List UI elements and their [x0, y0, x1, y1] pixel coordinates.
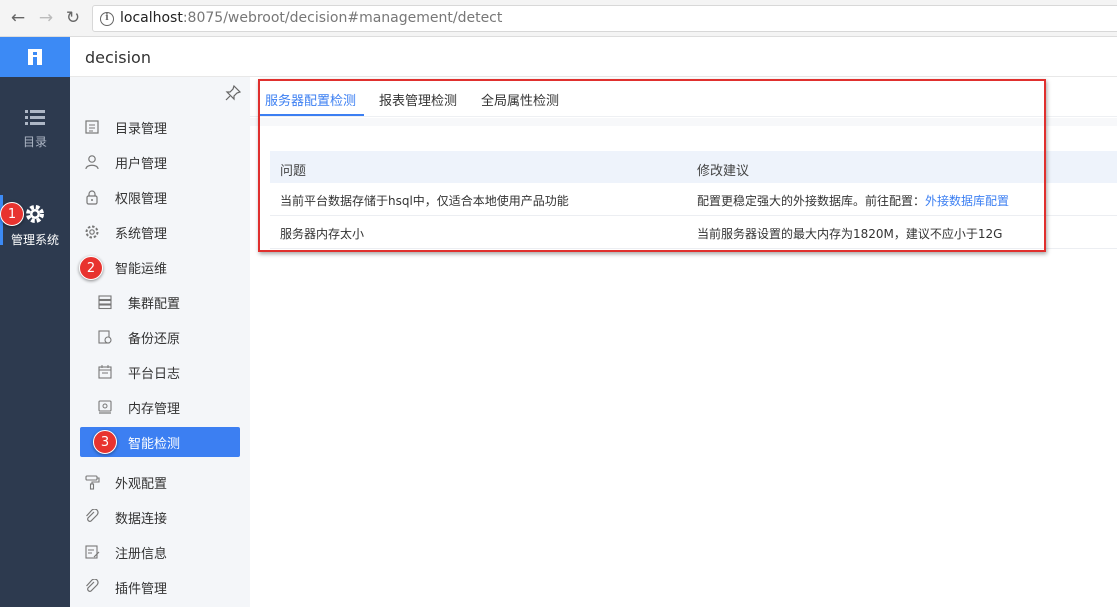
- tab-bar: 服务器配置检测 报表管理检测 全局属性检测: [250, 77, 1117, 117]
- issue-cell: 当前平台数据存储于hsql中，仅适合本地使用产品功能: [280, 194, 569, 208]
- app-rail: 目录 管理系统: [0, 37, 70, 607]
- detect-table: 问题 修改建议 当前平台数据存储于hsql中，仅适合本地使用产品功能 配置更稳定…: [270, 151, 1117, 249]
- active-tab-indicator: [258, 114, 364, 116]
- sidebar-item-label: 集群配置: [128, 297, 181, 312]
- sidebar-item-label: 目录管理: [115, 122, 168, 137]
- annotation-badge: 2: [79, 256, 103, 280]
- content-divider: [250, 118, 1117, 126]
- server-icon: [98, 295, 112, 310]
- table-header: 问题 修改建议: [270, 151, 1117, 183]
- tab-report-check[interactable]: 报表管理检测: [379, 90, 457, 109]
- plugin-icon: [86, 579, 99, 592]
- register-icon: [85, 545, 100, 559]
- sidebar-item-appearance[interactable]: 外观配置: [70, 467, 250, 497]
- sidebar-item-register[interactable]: 注册信息: [70, 537, 250, 567]
- sidebar-item-memory[interactable]: 内存管理: [70, 392, 250, 422]
- reload-icon[interactable]: ↻: [63, 8, 83, 28]
- sidebar-item-logs[interactable]: 平台日志: [70, 357, 250, 387]
- page-title: decision: [85, 48, 151, 67]
- sidebar-item-label: 内存管理: [128, 402, 181, 417]
- sidebar-item-label: 数据连接: [115, 512, 168, 527]
- url-text: localhost:8075/webroot/decision#manageme…: [120, 10, 503, 26]
- sidebar-item-label: 智能检测: [128, 437, 181, 452]
- column-header-issue: 问题: [280, 164, 307, 179]
- sidebar-item-label: 外观配置: [115, 477, 168, 492]
- browser-toolbar: ← → ↻ i localhost:8075/webroot/decision#…: [0, 0, 1117, 37]
- tab-server-config-check[interactable]: 服务器配置检测: [265, 90, 356, 109]
- list-icon: [25, 110, 45, 125]
- sidebar-item-label: 用户管理: [115, 157, 168, 172]
- log-icon: [98, 365, 112, 379]
- annotation-badge: 3: [93, 430, 117, 454]
- rail-item-label: 管理系统: [10, 233, 59, 247]
- sidebar-item-label: 平台日志: [128, 367, 181, 382]
- table-row: 服务器内存太小 当前服务器设置的最大内存为1820M，建议不应小于12G: [270, 216, 1117, 249]
- sidebar-item-catalog[interactable]: 目录管理: [70, 112, 250, 142]
- sidebar-item-data-connection[interactable]: 数据连接: [70, 502, 250, 532]
- logo-icon: [28, 49, 42, 65]
- sidebar-item-backup[interactable]: 备份还原: [70, 322, 250, 352]
- pin-icon[interactable]: [225, 85, 241, 101]
- tab-global-property-check[interactable]: 全局属性检测: [481, 90, 559, 109]
- forward-arrow-icon[interactable]: →: [36, 8, 56, 28]
- sidebar-item-system[interactable]: 系统管理: [70, 217, 250, 247]
- user-icon: [85, 155, 99, 170]
- sidebar: 目录管理 用户管理 权限管理 系统管理 智能运维 集群配置 备份还原 平台日志 …: [70, 77, 250, 607]
- rail-item-label: 目录: [22, 135, 47, 149]
- column-header-suggestion: 修改建议: [697, 164, 750, 179]
- annotation-badge: 1: [0, 202, 24, 226]
- link-icon: [86, 509, 99, 522]
- table-row: 当前平台数据存储于hsql中，仅适合本地使用产品功能 配置更稳定强大的外接数据库…: [270, 183, 1117, 216]
- external-db-config-link[interactable]: 外接数据库配置: [925, 194, 1009, 208]
- suggestion-cell: 配置更稳定强大的外接数据库。前往配置：外接数据库配置: [697, 194, 1010, 208]
- sidebar-item-label: 插件管理: [115, 582, 168, 597]
- address-bar[interactable]: i localhost:8075/webroot/decision#manage…: [92, 5, 1117, 32]
- sidebar-item-label: 备份还原: [128, 332, 181, 347]
- info-icon[interactable]: i: [100, 12, 114, 26]
- paint-roller-icon: [85, 475, 100, 490]
- gear-icon: [26, 205, 44, 223]
- memory-icon: [98, 400, 112, 414]
- sidebar-item-label: 智能运维: [115, 262, 168, 277]
- sidebar-item-label: 系统管理: [115, 227, 168, 242]
- app-logo[interactable]: [0, 37, 70, 77]
- sidebar-item-plugins[interactable]: 插件管理: [70, 572, 250, 602]
- lock-icon: [86, 190, 98, 205]
- sidebar-item-label: 注册信息: [115, 547, 168, 562]
- suggestion-cell: 当前服务器设置的最大内存为1820M，建议不应小于12G: [697, 227, 1003, 241]
- sidebar-item-cluster[interactable]: 集群配置: [70, 287, 250, 317]
- back-arrow-icon[interactable]: ←: [8, 8, 28, 28]
- backup-icon: [98, 330, 112, 344]
- catalog-icon: [85, 120, 99, 134]
- sidebar-item-permissions[interactable]: 权限管理: [70, 182, 250, 212]
- header-bar: decision: [70, 37, 1117, 77]
- sidebar-item-label: 权限管理: [115, 192, 168, 207]
- main-content: 服务器配置检测 报表管理检测 全局属性检测 问题 修改建议 当前平台数据存储于h…: [250, 77, 1117, 607]
- gear-icon: [85, 225, 99, 239]
- rail-item-catalog[interactable]: 目录: [0, 109, 70, 150]
- issue-cell: 服务器内存太小: [280, 227, 365, 241]
- sidebar-item-users[interactable]: 用户管理: [70, 147, 250, 177]
